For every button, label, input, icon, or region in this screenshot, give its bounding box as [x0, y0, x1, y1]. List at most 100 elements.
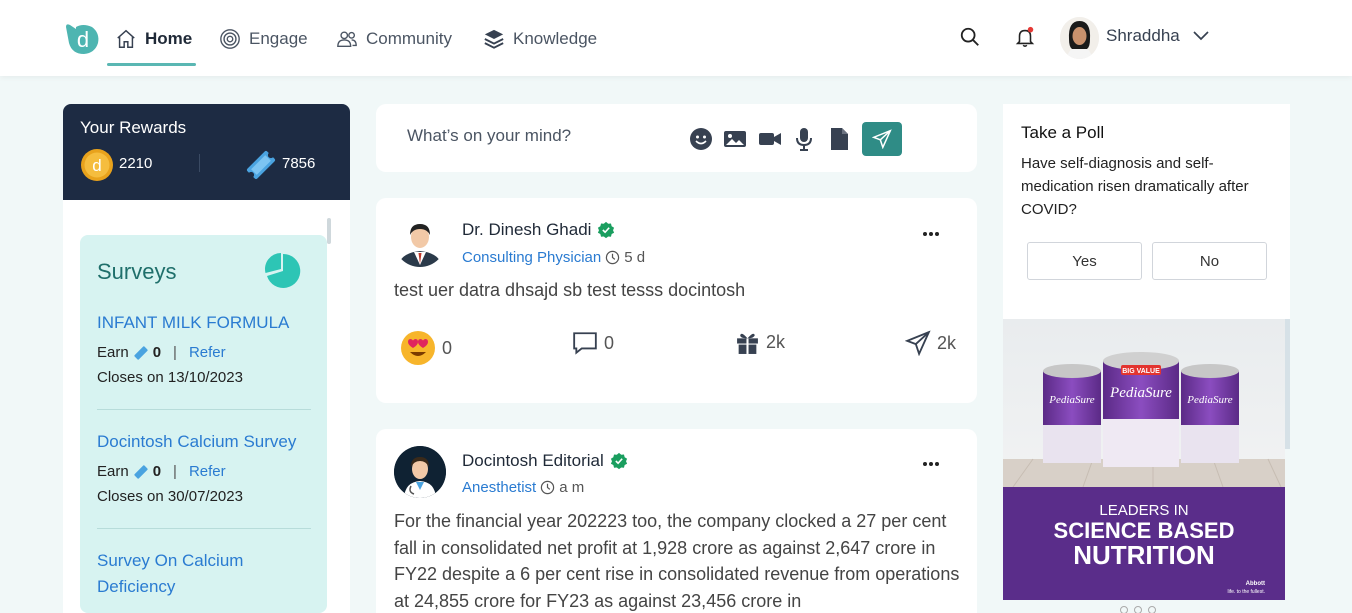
post-author[interactable]: Docintosh Editorial: [462, 451, 628, 471]
post-body: For the financial year 202223 too, the c…: [394, 511, 960, 611]
post-time: 5 d: [624, 249, 646, 266]
video-icon[interactable]: [758, 127, 782, 151]
svg-text:NUTRITION: NUTRITION: [1073, 540, 1215, 570]
verified-badge-icon: [598, 221, 615, 239]
author-name[interactable]: Dr. Dinesh Ghadi: [462, 220, 591, 240]
advertisement-banner[interactable]: BIG VALUE PediaSure PediaSure PediaSure …: [1003, 319, 1285, 600]
earn-label: Earn: [97, 463, 129, 480]
author-name[interactable]: Docintosh Editorial: [462, 451, 604, 471]
feed-post: Docintosh Editorial Anesthetist a m For …: [376, 429, 977, 613]
earn-value: 0: [152, 463, 162, 480]
poll-option-yes[interactable]: Yes: [1027, 242, 1142, 280]
gift-icon: [737, 333, 758, 354]
send-icon: [872, 129, 892, 149]
author-avatar[interactable]: [394, 446, 446, 498]
svg-text:BIG VALUE: BIG VALUE: [1122, 368, 1160, 375]
divider: [97, 528, 311, 529]
nav-engage-label: Engage: [249, 29, 308, 48]
gift-button[interactable]: 2k: [735, 330, 785, 355]
author-avatar-image: [394, 215, 446, 267]
svg-text:d: d: [77, 27, 89, 52]
nav-knowledge-label: Knowledge: [513, 29, 598, 48]
document-icon[interactable]: [827, 127, 851, 151]
survey-earn-row: Earn 0 | Refer: [97, 344, 311, 361]
nav-community[interactable]: Community: [336, 22, 452, 56]
ticket-icon: [246, 150, 276, 180]
survey-earn-row: Earn 0 | Refer: [97, 463, 311, 480]
survey-title-link[interactable]: Docintosh Calcium Survey: [97, 429, 311, 455]
coin-balance: 2210: [119, 155, 153, 172]
send-icon: [905, 330, 931, 356]
ticket-balance: 7856: [282, 155, 316, 172]
gift-count: 2k: [766, 332, 786, 352]
survey-item[interactable]: Survey On Calcium Deficiency: [97, 548, 311, 600]
rewards-card: Your Rewards d 2210 7856: [63, 104, 350, 200]
docintosh-logo[interactable]: d: [66, 21, 100, 55]
refer-link[interactable]: Refer: [189, 344, 226, 361]
nav-knowledge[interactable]: Knowledge: [483, 22, 597, 56]
more-options-icon[interactable]: [921, 461, 941, 467]
nav-home-label: Home: [145, 29, 193, 48]
emoji-icon[interactable]: [689, 127, 713, 151]
heart-eyes-emoji-icon: [401, 331, 435, 365]
survey-title-link[interactable]: INFANT MILK FORMULA: [97, 310, 311, 336]
svg-text:PediaSure: PediaSure: [1048, 394, 1095, 406]
surveys-title: Surveys: [97, 259, 177, 284]
author-avatar[interactable]: [394, 215, 446, 267]
survey-item[interactable]: INFANT MILK FORMULA Earn 0 | Refer Close…: [97, 310, 311, 386]
notification-bell-icon[interactable]: [1014, 25, 1036, 49]
pediasure-ad-image: BIG VALUE PediaSure PediaSure PediaSure …: [1003, 319, 1285, 600]
user-name[interactable]: Shraddha: [1106, 26, 1180, 46]
survey-close-date: Closes on 30/07/2023: [97, 488, 243, 505]
nav-community-label: Community: [366, 29, 452, 48]
user-avatar[interactable]: [1060, 17, 1099, 59]
composer-input[interactable]: What’s on your mind?: [407, 126, 571, 146]
pie-chart-icon: [264, 253, 301, 288]
rewards-title: Your Rewards: [80, 118, 187, 137]
survey-title-link[interactable]: Survey On Calcium Deficiency: [97, 548, 311, 600]
nav-engage[interactable]: Engage: [219, 22, 308, 56]
nav-home[interactable]: Home: [115, 22, 192, 56]
search-icon[interactable]: [959, 25, 981, 49]
comment-button[interactable]: 0: [572, 330, 614, 356]
clock-icon: [606, 250, 620, 265]
comment-icon: [573, 332, 597, 355]
svg-text:Abbott: Abbott: [1246, 581, 1265, 587]
svg-text:LEADERS IN: LEADERS IN: [1099, 502, 1188, 519]
carousel-dots[interactable]: [1120, 606, 1156, 613]
layers-icon: [484, 29, 504, 49]
post-meta: Anesthetist a m: [462, 479, 584, 496]
chevron-down-icon[interactable]: [1191, 26, 1211, 46]
more-options-icon[interactable]: [921, 231, 941, 237]
comment-count: 0: [604, 332, 615, 353]
separator: |: [173, 344, 177, 361]
poll-option-no[interactable]: No: [1152, 242, 1267, 280]
share-count: 2k: [937, 332, 957, 353]
post-author[interactable]: Dr. Dinesh Ghadi: [462, 220, 615, 240]
reaction-button[interactable]: 0: [400, 330, 452, 366]
microphone-icon[interactable]: [792, 127, 816, 151]
ticket-icon: [134, 345, 148, 360]
author-role: Consulting Physician: [462, 249, 602, 266]
post-meta: Consulting Physician 5 d: [462, 249, 645, 266]
author-role: Anesthetist: [462, 479, 537, 496]
send-button[interactable]: [862, 122, 902, 156]
clock-icon: [541, 480, 555, 495]
post-body: test uer datra dhsajd sb test tesss doci…: [394, 280, 746, 300]
ad-scrollbar[interactable]: [1285, 319, 1290, 449]
feed-post: Dr. Dinesh Ghadi Consulting Physician 5 …: [376, 198, 977, 403]
image-icon[interactable]: [723, 127, 747, 151]
separator: |: [173, 463, 177, 480]
coin-icon: d: [81, 149, 113, 181]
verified-badge-icon: [610, 452, 627, 470]
reaction-count: 0: [442, 337, 453, 358]
earn-label: Earn: [97, 344, 129, 361]
svg-text:PediaSure: PediaSure: [1186, 394, 1233, 406]
target-icon: [220, 29, 240, 49]
sidebar-scrollbar[interactable]: [327, 218, 331, 244]
survey-item[interactable]: Docintosh Calcium Survey Earn 0 | Refer …: [97, 429, 311, 505]
rewards-divider: [199, 154, 200, 172]
refer-link[interactable]: Refer: [189, 463, 226, 480]
poll-title: Take a Poll: [1021, 123, 1105, 142]
share-button[interactable]: 2k: [905, 330, 956, 356]
